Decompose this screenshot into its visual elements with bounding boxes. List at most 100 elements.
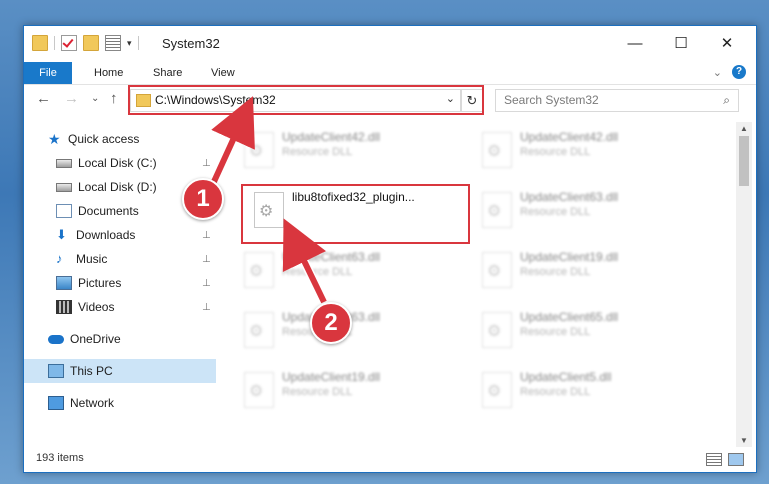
tab-file[interactable]: File bbox=[24, 62, 72, 84]
file-item[interactable]: UpdateClient5.dll Resource DLL bbox=[474, 362, 704, 418]
new-folder-icon[interactable] bbox=[83, 35, 99, 51]
sidebar-item-label: This PC bbox=[70, 364, 113, 378]
dll-file-icon bbox=[482, 252, 512, 288]
pin-icon[interactable]: ⊥ bbox=[202, 278, 211, 289]
forward-arrow-icon[interactable]: → bbox=[64, 90, 79, 107]
scroll-thumb[interactable] bbox=[739, 136, 749, 186]
up-arrow-icon[interactable]: ↑ bbox=[110, 90, 118, 107]
sidebar-item-videos[interactable]: Videos ⊥ bbox=[24, 295, 216, 319]
dll-file-icon bbox=[482, 192, 512, 228]
file-name: UpdateClient5.dll bbox=[520, 370, 612, 384]
tab-home[interactable]: Home bbox=[94, 62, 123, 84]
address-bar-highlight bbox=[128, 85, 484, 115]
customize-toolbar-icon[interactable] bbox=[105, 35, 121, 51]
search-placeholder[interactable]: Search System32 bbox=[504, 93, 599, 107]
navigation-pane: ★ Quick access Local Disk (C:) ⊥ Local D… bbox=[24, 122, 216, 447]
file-name: UpdateClient63.dll bbox=[282, 250, 381, 264]
documents-icon bbox=[56, 204, 72, 218]
file-name: UpdateClient19.dll bbox=[520, 250, 619, 264]
sidebar-item-quick-access[interactable]: ★ Quick access bbox=[24, 127, 216, 151]
file-item[interactable]: UpdateClient63.dll Resource DLL bbox=[236, 302, 466, 358]
item-count: 193 items bbox=[36, 452, 84, 464]
file-type: Resource DLL bbox=[520, 326, 591, 338]
toolbar-divider bbox=[54, 36, 55, 50]
sidebar-item-label: Downloads bbox=[76, 228, 136, 242]
step-marker-1: 1 bbox=[182, 178, 224, 220]
downloads-icon: ⬇ bbox=[56, 227, 67, 242]
dll-file-icon bbox=[244, 252, 274, 288]
step-marker-2: 2 bbox=[310, 302, 352, 344]
toolbar-divider bbox=[137, 36, 139, 50]
file-name: UpdateClient42.dll bbox=[282, 130, 381, 144]
pictures-icon bbox=[56, 276, 72, 290]
recent-locations-icon[interactable]: ⌄ bbox=[91, 93, 99, 104]
maximize-button[interactable]: ☐ bbox=[658, 26, 704, 60]
network-icon bbox=[48, 396, 64, 410]
drive-icon bbox=[56, 158, 72, 168]
sidebar-item-label: Music bbox=[76, 252, 108, 266]
sidebar-item-label: Local Disk (C:) bbox=[78, 156, 157, 170]
sidebar-item-pictures[interactable]: Pictures ⊥ bbox=[24, 271, 216, 295]
quick-access-toolbar: ▾ bbox=[32, 35, 139, 51]
sidebar-item-label: OneDrive bbox=[70, 332, 121, 346]
ribbon-tabs: File Home Share View ⌄ ? bbox=[24, 62, 756, 85]
sidebar-item-label: Network bbox=[70, 396, 115, 410]
file-item[interactable]: UpdateClient63.dll Resource DLL bbox=[236, 242, 466, 298]
sidebar-item-network[interactable]: Network bbox=[24, 391, 216, 415]
file-type: Resource DLL bbox=[520, 146, 591, 158]
file-item[interactable]: UpdateClient42.dll Resource DLL bbox=[474, 122, 704, 178]
properties-check-icon[interactable] bbox=[61, 35, 77, 51]
large-icons-view-icon[interactable] bbox=[728, 453, 744, 466]
folder-icon[interactable] bbox=[32, 35, 48, 51]
sidebar-item-label: Pictures bbox=[78, 276, 122, 290]
dll-file-icon bbox=[244, 312, 274, 348]
details-view-icon[interactable] bbox=[706, 453, 722, 466]
file-type: Resource DLL bbox=[282, 386, 353, 398]
this-pc-icon bbox=[48, 364, 64, 378]
pin-icon[interactable]: ⊥ bbox=[202, 302, 211, 313]
dll-file-icon bbox=[482, 132, 512, 168]
tab-share[interactable]: Share bbox=[153, 62, 182, 84]
sidebar-item-this-pc[interactable]: This PC bbox=[24, 359, 216, 383]
videos-icon bbox=[56, 300, 72, 314]
file-type: Resource DLL bbox=[282, 266, 353, 278]
search-box[interactable]: Search System32 ⌕ bbox=[495, 89, 739, 112]
file-highlight bbox=[241, 184, 470, 244]
minimize-button[interactable]: — bbox=[612, 26, 658, 60]
sidebar-item-onedrive[interactable]: OneDrive bbox=[24, 327, 216, 351]
pin-icon[interactable]: ⊥ bbox=[202, 158, 211, 169]
file-type: Resource DLL bbox=[520, 266, 591, 278]
scroll-down-icon[interactable]: ▼ bbox=[740, 436, 748, 445]
expand-ribbon-icon[interactable]: ⌄ bbox=[713, 66, 722, 79]
tab-view[interactable]: View bbox=[211, 62, 235, 84]
file-item[interactable]: UpdateClient63.dll Resource DLL bbox=[474, 182, 704, 238]
sidebar-item-label: Videos bbox=[78, 300, 115, 314]
dll-file-icon bbox=[244, 372, 274, 408]
sidebar-item-downloads[interactable]: ⬇ Downloads ⊥ bbox=[24, 223, 216, 247]
file-type: Resource DLL bbox=[520, 206, 591, 218]
file-item[interactable]: UpdateClient19.dll Resource DLL bbox=[236, 362, 466, 418]
file-list: UpdateClient42.dll Resource DLL UpdateCl… bbox=[236, 122, 736, 447]
file-name: UpdateClient42.dll bbox=[520, 130, 619, 144]
music-icon: ♪ bbox=[56, 251, 63, 266]
back-arrow-icon[interactable]: ← bbox=[36, 90, 51, 107]
drive-icon bbox=[56, 182, 72, 192]
pin-icon[interactable]: ⊥ bbox=[202, 254, 211, 265]
help-icon[interactable]: ? bbox=[732, 65, 746, 79]
file-item[interactable]: UpdateClient19.dll Resource DLL bbox=[474, 242, 704, 298]
sidebar-item-label: Quick access bbox=[68, 132, 140, 146]
file-item[interactable]: UpdateClient42.dll Resource DLL bbox=[236, 122, 466, 178]
window-title: System32 bbox=[162, 36, 220, 51]
close-button[interactable]: ✕ bbox=[704, 26, 750, 60]
file-name: UpdateClient65.dll bbox=[520, 310, 619, 324]
pin-icon[interactable]: ⊥ bbox=[202, 230, 211, 241]
toolbar-dropdown-icon[interactable]: ▾ bbox=[127, 38, 132, 49]
file-type: Resource DLL bbox=[282, 146, 353, 158]
vertical-scrollbar[interactable]: ▲ ▼ bbox=[736, 122, 752, 447]
file-item[interactable]: UpdateClient65.dll Resource DLL bbox=[474, 302, 704, 358]
dll-file-icon bbox=[482, 312, 512, 348]
sidebar-item-local-disk-c[interactable]: Local Disk (C:) ⊥ bbox=[24, 151, 216, 175]
scroll-up-icon[interactable]: ▲ bbox=[740, 124, 748, 133]
search-icon[interactable]: ⌕ bbox=[723, 93, 730, 108]
sidebar-item-music[interactable]: ♪ Music ⊥ bbox=[24, 247, 216, 271]
